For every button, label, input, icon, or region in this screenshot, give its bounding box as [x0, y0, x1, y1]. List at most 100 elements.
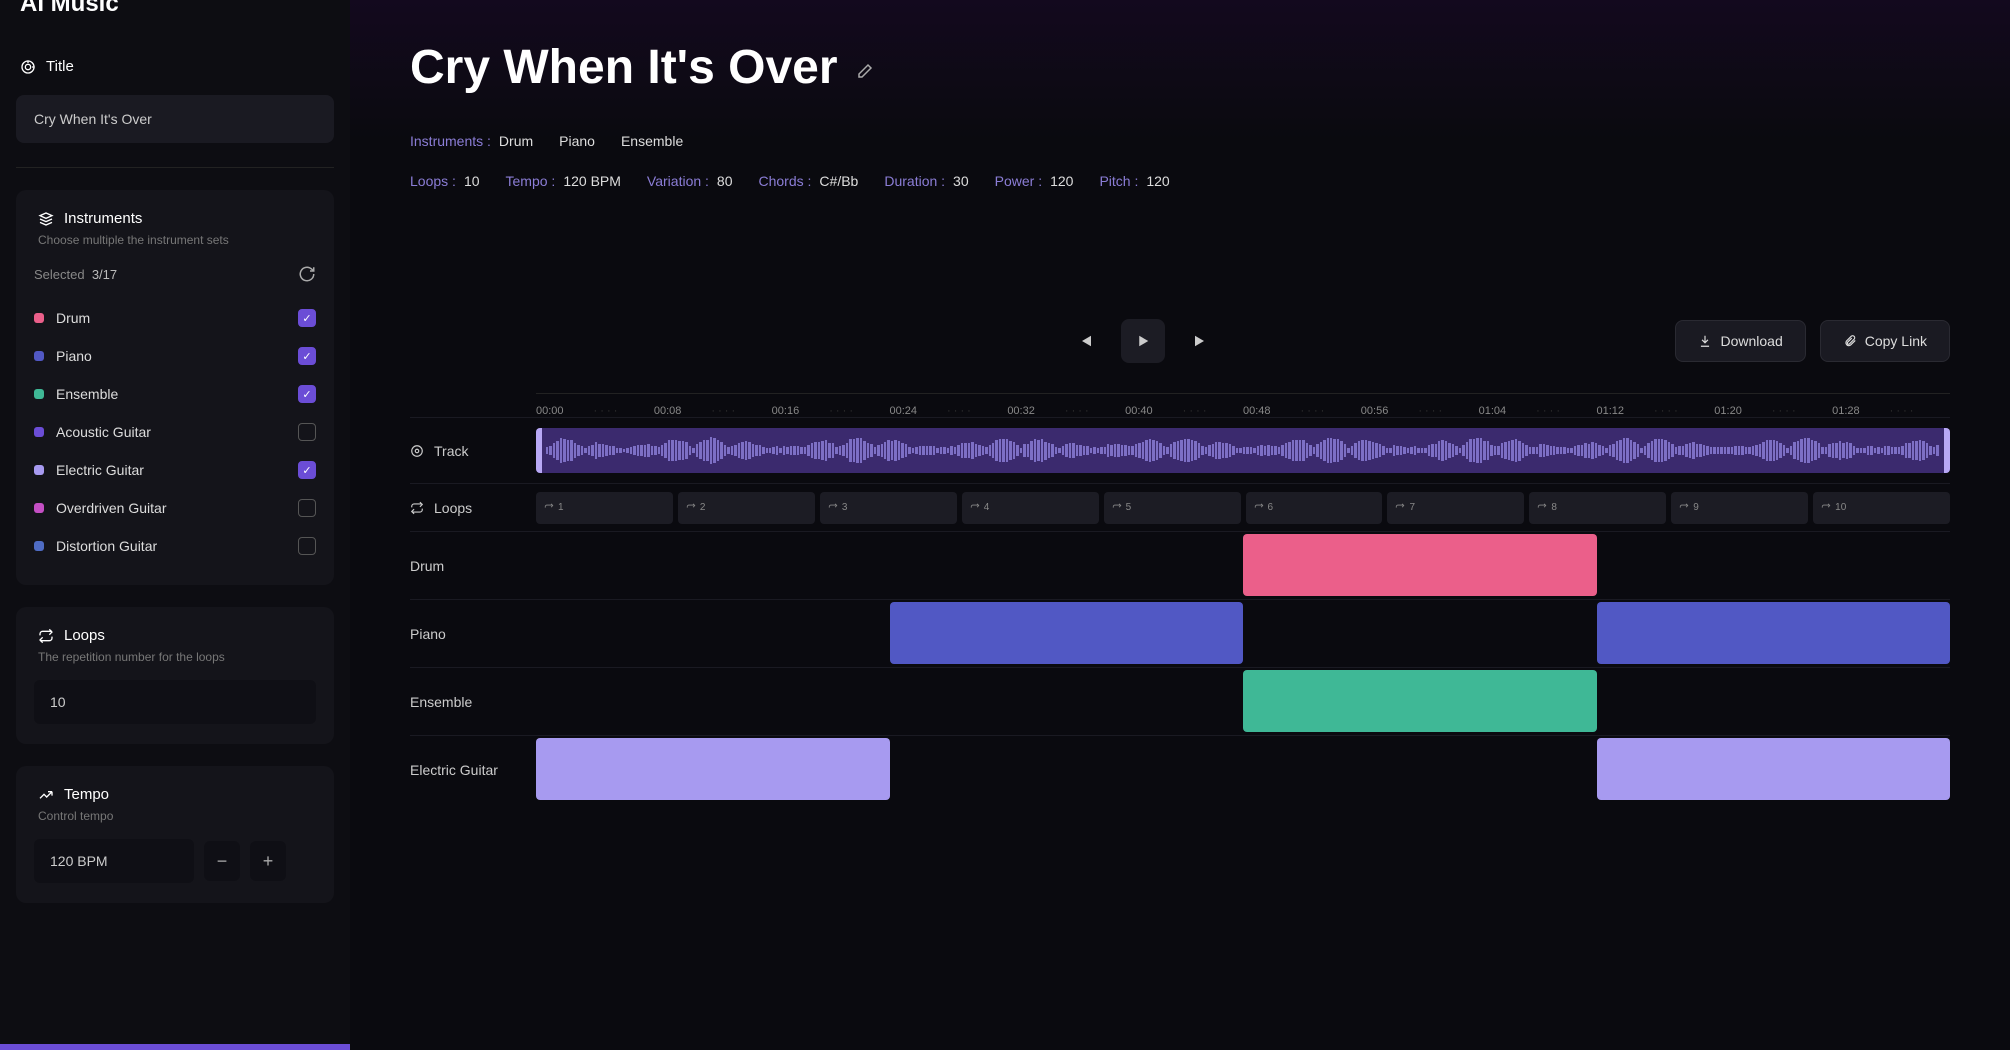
- loop-segment[interactable]: 5: [1104, 492, 1241, 524]
- instrument-checkbox[interactable]: ✓: [298, 385, 316, 403]
- refresh-icon[interactable]: [298, 265, 316, 283]
- clip-track[interactable]: [536, 668, 1950, 735]
- instrument-item[interactable]: Ensemble ✓: [34, 375, 316, 413]
- clip-row-label: Piano: [410, 626, 446, 642]
- title-section-header: Title: [16, 38, 334, 81]
- meta-label: Instruments :: [410, 133, 491, 149]
- tempo-input[interactable]: [34, 839, 194, 883]
- loop-segment-icon: [970, 503, 980, 513]
- clip[interactable]: [1243, 534, 1597, 596]
- loop-segment[interactable]: 10: [1813, 492, 1950, 524]
- loop-segment[interactable]: 1: [536, 492, 673, 524]
- loop-segment[interactable]: 8: [1529, 492, 1666, 524]
- ruler-tick: 01:20: [1714, 405, 1832, 417]
- color-swatch: [34, 541, 44, 551]
- track-label: Track: [434, 443, 468, 459]
- color-swatch: [34, 465, 44, 475]
- link-icon: [1843, 334, 1857, 348]
- meta-value: 120: [1050, 173, 1073, 189]
- previous-button[interactable]: [1063, 319, 1107, 363]
- instrument-checkbox[interactable]: ✓: [298, 309, 316, 327]
- app-logo: AI Music: [16, 0, 334, 38]
- ruler-tick: 01:12: [1596, 405, 1714, 417]
- loop-segment[interactable]: 4: [962, 492, 1099, 524]
- repeat-icon: [38, 628, 54, 644]
- tempo-subtext: Control tempo: [34, 809, 316, 823]
- ruler-tick: 00:16: [772, 405, 890, 417]
- layers-icon: [38, 211, 54, 227]
- instrument-name: Piano: [56, 348, 286, 364]
- instrument-name: Acoustic Guitar: [56, 424, 286, 440]
- edit-title-button[interactable]: [856, 62, 874, 83]
- instrument-item[interactable]: Drum ✓: [34, 299, 316, 337]
- waveform-track[interactable]: [536, 418, 1950, 483]
- sidebar: AI Music Title Instruments Choose multip…: [0, 0, 350, 1050]
- meta-value: 120 BPM: [563, 173, 621, 189]
- tempo-increment-button[interactable]: +: [250, 841, 286, 881]
- meta-value: 120: [1146, 173, 1169, 189]
- ruler-tick: 01:28: [1832, 405, 1950, 417]
- meta-value: 30: [953, 173, 969, 189]
- meta-label: Duration :: [884, 173, 945, 189]
- instrument-item[interactable]: Acoustic Guitar: [34, 413, 316, 451]
- tempo-decrement-button[interactable]: −: [204, 841, 240, 881]
- loop-segment[interactable]: 6: [1246, 492, 1383, 524]
- clip-track[interactable]: [536, 600, 1950, 667]
- meta-pair: Variation :80: [647, 173, 733, 189]
- title-label: Title: [46, 58, 74, 75]
- ruler-tick: 00:24: [889, 405, 1007, 417]
- meta-label: Pitch :: [1099, 173, 1138, 189]
- tempo-card: Tempo Control tempo − +: [16, 766, 334, 903]
- clip-track[interactable]: [536, 532, 1950, 599]
- clip[interactable]: [890, 602, 1244, 664]
- meta-value: Drum: [499, 133, 533, 149]
- instrument-checkbox[interactable]: [298, 423, 316, 441]
- color-swatch: [34, 313, 44, 323]
- instruments-header: Instruments: [34, 210, 316, 233]
- instruments-card: Instruments Choose multiple the instrume…: [16, 190, 334, 585]
- clip-track[interactable]: [536, 736, 1950, 803]
- clip-row: Electric Guitar: [410, 735, 1950, 803]
- ruler-tick: 00:40: [1125, 405, 1243, 417]
- loops-input[interactable]: [34, 680, 316, 724]
- meta-pair: Loops :10: [410, 173, 480, 189]
- loop-segment[interactable]: 3: [820, 492, 957, 524]
- loop-segment-icon: [1679, 503, 1689, 513]
- meta-value: 10: [464, 173, 480, 189]
- instrument-checkbox[interactable]: [298, 499, 316, 517]
- instrument-item[interactable]: Overdriven Guitar: [34, 489, 316, 527]
- meta-pair: Ensemble: [621, 133, 683, 149]
- clip[interactable]: [1597, 602, 1951, 664]
- clip-row: Piano: [410, 599, 1950, 667]
- ruler-tick: 00:48: [1243, 405, 1361, 417]
- title-input[interactable]: [16, 95, 334, 143]
- meta-pair: Duration : 30: [884, 173, 968, 189]
- clip[interactable]: [536, 738, 890, 800]
- instrument-checkbox[interactable]: [298, 537, 316, 555]
- loop-segment[interactable]: 2: [678, 492, 815, 524]
- loops-subtext: The repetition number for the loops: [34, 650, 316, 664]
- loop-segment[interactable]: 7: [1387, 492, 1524, 524]
- loop-segment[interactable]: 9: [1671, 492, 1808, 524]
- skip-forward-icon: [1192, 332, 1210, 350]
- ruler-tick: 00:00: [536, 405, 654, 417]
- loop-segment-icon: [1395, 503, 1405, 513]
- skip-back-icon: [1076, 332, 1094, 350]
- instrument-checkbox[interactable]: ✓: [298, 347, 316, 365]
- meta-pair: Pitch : 120: [1099, 173, 1169, 189]
- instrument-item[interactable]: Piano ✓: [34, 337, 316, 375]
- download-button[interactable]: Download: [1675, 320, 1805, 362]
- next-button[interactable]: [1179, 319, 1223, 363]
- selected-count: 3/17: [92, 267, 117, 282]
- instrument-item[interactable]: Electric Guitar ✓: [34, 451, 316, 489]
- clip[interactable]: [1243, 670, 1597, 732]
- page-title: Cry When It's Over: [410, 40, 838, 95]
- color-swatch: [34, 389, 44, 399]
- instrument-item[interactable]: Distortion Guitar: [34, 527, 316, 565]
- play-button[interactable]: [1121, 319, 1165, 363]
- clip[interactable]: [1597, 738, 1951, 800]
- copy-link-button[interactable]: Copy Link: [1820, 320, 1950, 362]
- clip-row: Ensemble: [410, 667, 1950, 735]
- instrument-checkbox[interactable]: ✓: [298, 461, 316, 479]
- loop-segment-icon: [828, 503, 838, 513]
